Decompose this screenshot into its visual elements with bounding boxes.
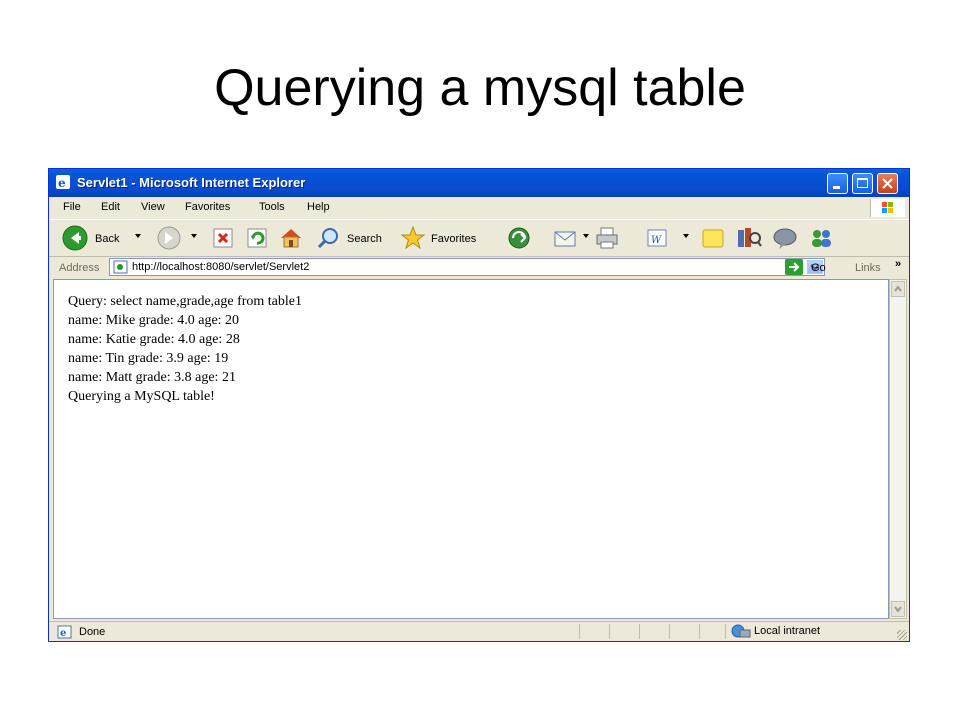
- menu-file[interactable]: File: [63, 201, 81, 213]
- forward-arrow-icon[interactable]: [155, 224, 183, 252]
- resize-grip-icon[interactable]: [897, 630, 907, 640]
- vertical-scrollbar[interactable]: [889, 279, 907, 619]
- edit-dropdown-icon[interactable]: [683, 234, 689, 238]
- stop-icon[interactable]: [211, 224, 237, 252]
- query-line: Query: select name,grade,age from table1: [68, 294, 303, 309]
- search-icon[interactable]: [315, 224, 343, 252]
- scroll-down-icon[interactable]: [891, 601, 905, 617]
- svg-text:e: e: [60, 628, 66, 639]
- home-icon[interactable]: [277, 224, 305, 252]
- minimize-button[interactable]: [827, 173, 848, 194]
- go-button[interactable]: Go: [811, 262, 826, 274]
- refresh-icon[interactable]: [245, 224, 271, 252]
- back-arrow-icon[interactable]: [61, 224, 89, 252]
- contacts-icon[interactable]: [807, 224, 835, 252]
- back-label[interactable]: Back: [95, 233, 119, 245]
- back-dropdown-icon[interactable]: [135, 234, 141, 238]
- content-lines: Query: select name,grade,age from table1…: [68, 292, 302, 406]
- mail-icon[interactable]: [551, 224, 579, 252]
- status-pane: [639, 624, 670, 639]
- address-input[interactable]: http://localhost:8080/servlet/Servlet2: [109, 258, 825, 276]
- footer-line: Querying a MySQL table!: [68, 389, 215, 404]
- status-pane: [669, 624, 700, 639]
- ie-icon: e: [56, 175, 70, 190]
- page-content: Query: select name,grade,age from table1…: [53, 279, 889, 619]
- menu-view[interactable]: View: [141, 201, 165, 213]
- result-row: name: Tin grade: 3.9 age: 19: [68, 351, 229, 366]
- favorites-label[interactable]: Favorites: [431, 233, 476, 245]
- page-done-icon: e: [57, 625, 72, 639]
- scroll-up-icon[interactable]: [891, 281, 905, 297]
- browser-window: e Servlet1 - Microsoft Internet Explorer…: [48, 168, 910, 642]
- status-text: Done: [79, 626, 106, 638]
- status-pane: [609, 624, 640, 639]
- menu-tools[interactable]: Tools: [259, 201, 285, 213]
- word-edit-icon[interactable]: W: [643, 224, 671, 252]
- search-label[interactable]: Search: [347, 233, 382, 245]
- menu-bar: File Edit View Favorites Tools Help: [49, 197, 909, 217]
- result-row: name: Mike grade: 4.0 age: 20: [68, 313, 240, 328]
- forward-dropdown-icon[interactable]: [191, 234, 197, 238]
- status-area: e Done: [57, 625, 105, 642]
- intranet-globe-icon: [731, 624, 751, 638]
- menu-help[interactable]: Help: [307, 201, 330, 213]
- links-chevron-icon[interactable]: »: [895, 258, 901, 270]
- svg-text:e: e: [58, 176, 66, 190]
- svg-text:W: W: [651, 235, 662, 246]
- favorites-star-icon[interactable]: [399, 224, 427, 252]
- go-arrow-icon[interactable]: [785, 259, 803, 275]
- result-row: name: Matt grade: 3.8 age: 21: [68, 370, 236, 385]
- toolbar: Back Search Favorites W: [49, 219, 909, 257]
- security-zone: Local intranet: [725, 624, 896, 639]
- discuss-icon[interactable]: [699, 224, 727, 252]
- address-bar: Address http://localhost:8080/servlet/Se…: [49, 257, 909, 279]
- research-icon[interactable]: [735, 224, 763, 252]
- mail-dropdown-icon[interactable]: [583, 234, 589, 238]
- media-icon[interactable]: [505, 224, 533, 252]
- address-label: Address: [59, 262, 100, 274]
- result-row: name: Katie grade: 4.0 age: 28: [68, 332, 240, 347]
- messenger-icon[interactable]: [771, 224, 799, 252]
- menu-favorites[interactable]: Favorites: [185, 201, 230, 213]
- menu-edit[interactable]: Edit: [101, 201, 120, 213]
- window-title: Servlet1 - Microsoft Internet Explorer: [77, 175, 306, 190]
- slide-title: Querying a mysql table: [214, 59, 746, 117]
- page-icon: [113, 260, 128, 274]
- address-url[interactable]: http://localhost:8080/servlet/Servlet2: [132, 261, 309, 273]
- windows-flag-icon: [870, 199, 905, 217]
- print-icon[interactable]: [593, 224, 621, 252]
- zone-text: Local intranet: [754, 625, 821, 637]
- maximize-button[interactable]: [852, 173, 873, 194]
- links-button[interactable]: Links: [855, 262, 881, 274]
- title-bar[interactable]: e Servlet1 - Microsoft Internet Explorer: [49, 169, 909, 197]
- status-pane: [579, 624, 610, 639]
- status-bar: e Done Local intranet: [49, 621, 909, 642]
- close-button[interactable]: [877, 173, 898, 194]
